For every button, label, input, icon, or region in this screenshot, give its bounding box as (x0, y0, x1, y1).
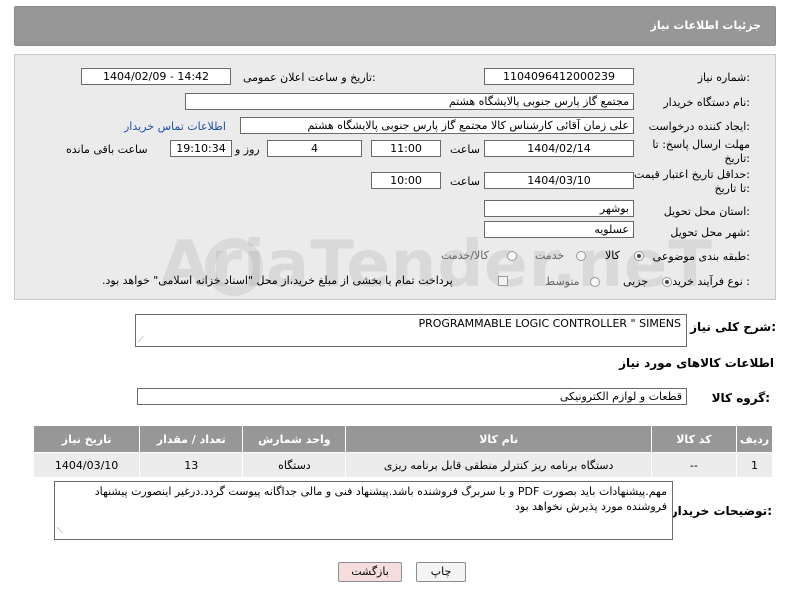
page-header: جزئیات اطلاعات نیاز (14, 6, 776, 46)
process-label: نوع فرآیند خرید : (672, 275, 750, 288)
process-minor-label: جزیی (623, 275, 649, 288)
city-field[interactable]: عسلویه (484, 221, 634, 238)
city-label: شهر محل تحویل: (670, 226, 750, 239)
buyer-org-label: نام دستگاه خریدار: (663, 96, 750, 109)
category-label: طبقه بندی موضوعی: (652, 250, 750, 263)
category-service-radio[interactable] (576, 251, 586, 261)
goods-info-title: اطلاعات کالاهای مورد نیاز (619, 356, 774, 370)
back-button[interactable]: بازگشت (338, 562, 402, 582)
remaining-time-label: ساعت باقی مانده (66, 143, 148, 156)
price-time-label: ساعت (450, 175, 480, 188)
col-quantity: تعداد / مقدار (139, 425, 244, 453)
description-field[interactable]: PROGRAMMABLE LOGIC CONTROLLER " SIMENS ⟋ (135, 314, 687, 347)
need-number-field[interactable]: 1104096412000239 (484, 68, 634, 85)
col-row-number: ردیف (735, 425, 774, 453)
treasury-note: پرداخت تمام یا بخشی از مبلغ خرید،از محل … (102, 274, 453, 287)
goods-group-field[interactable]: قطعات و لوازم الکترونیکی (137, 388, 687, 405)
remaining-time-field[interactable]: 19:10:34 (170, 140, 232, 157)
col-need-date: تاریخ نیاز (32, 425, 141, 453)
col-item-name: نام کالا (345, 425, 652, 453)
category-goods-service-radio[interactable] (507, 251, 517, 261)
process-medium-label: متوسط (545, 275, 580, 288)
description-label: شرح کلی نیاز: (690, 320, 776, 334)
province-field[interactable]: بوشهر (484, 200, 634, 217)
buyer-contact-link[interactable]: اطلاعات تماس خریدار (124, 120, 226, 133)
cell-need-date: 1404/03/10 (32, 452, 141, 478)
items-table: ردیف کد کالا نام کالا واحد شمارش تعداد /… (32, 425, 774, 478)
resize-handle-icon: ⟋ (57, 526, 63, 535)
price-validity-label-2: تا تاریخ: (714, 182, 750, 195)
announce-label: تاریخ و ساعت اعلان عمومی: (243, 71, 376, 84)
process-medium-radio[interactable] (590, 277, 600, 287)
treasury-checkbox[interactable] (498, 276, 508, 286)
reply-time-label: ساعت (450, 143, 480, 156)
need-number-label: شماره نیاز: (697, 71, 750, 84)
table-header-row: ردیف کد کالا نام کالا واحد شمارش تعداد /… (32, 425, 774, 453)
province-label: استان محل تحویل: (663, 205, 750, 218)
cell-row-number: 1 (735, 452, 774, 478)
category-goods-service-label: کالا/خدمت (441, 249, 489, 262)
cell-item-name: دستگاه برنامه ریز کنترلر منطقی قابل برنا… (345, 452, 652, 478)
cell-quantity: 13 (139, 452, 244, 478)
resize-handle-icon: ⟋ (138, 335, 144, 344)
category-goods-radio[interactable] (634, 251, 644, 261)
price-validity-label: حداقل تاریخ اعتبار قیمت: (634, 168, 750, 181)
days-label: روز و (235, 143, 260, 156)
reply-deadline-label: مهلت ارسال پاسخ: تا (652, 138, 750, 151)
reply-date-field[interactable]: 1404/02/14 (484, 140, 634, 157)
buyer-notes-text: مهم.پیشنهادات باید بصورت PDF و با سربرگ … (94, 485, 667, 513)
reply-deadline-label-2: تاریخ: (724, 152, 750, 165)
col-item-code: کد کالا (650, 425, 737, 453)
cell-unit: دستگاه (242, 452, 347, 478)
creator-field[interactable]: علی زمان آقائی کارشناس کالا مجتمع گاز پا… (240, 117, 634, 134)
page-title: جزئیات اطلاعات نیاز (650, 19, 762, 32)
reply-time-field[interactable]: 11:00 (371, 140, 441, 157)
col-unit: واحد شمارش (242, 425, 347, 453)
goods-group-label: گروه کالا: (711, 391, 770, 405)
price-validity-date-field[interactable]: 1404/03/10 (484, 172, 634, 189)
creator-label: ایجاد کننده درخواست: (648, 120, 750, 133)
buyer-org-field[interactable]: مجتمع گاز پارس جنوبی پالایشگاه هشتم (185, 93, 634, 110)
announce-datetime-field[interactable]: 1404/02/09 - 14:42 (81, 68, 231, 85)
remaining-days-field[interactable]: 4 (267, 140, 362, 157)
buyer-notes-field[interactable]: مهم.پیشنهادات باید بصورت PDF و با سربرگ … (54, 481, 673, 540)
cell-item-code: -- (650, 452, 737, 478)
category-service-label: خدمت (535, 249, 565, 262)
table-row[interactable]: 1 -- دستگاه برنامه ریز کنترلر منطقی قابل… (32, 452, 774, 478)
description-text: PROGRAMMABLE LOGIC CONTROLLER " SIMENS (418, 317, 681, 330)
category-goods-label: کالا (605, 249, 620, 262)
buyer-notes-label: توضیحات خریدار: (670, 504, 772, 518)
print-button[interactable]: چاپ (416, 562, 466, 582)
process-minor-radio[interactable] (662, 277, 672, 287)
price-validity-time-field[interactable]: 10:00 (371, 172, 441, 189)
